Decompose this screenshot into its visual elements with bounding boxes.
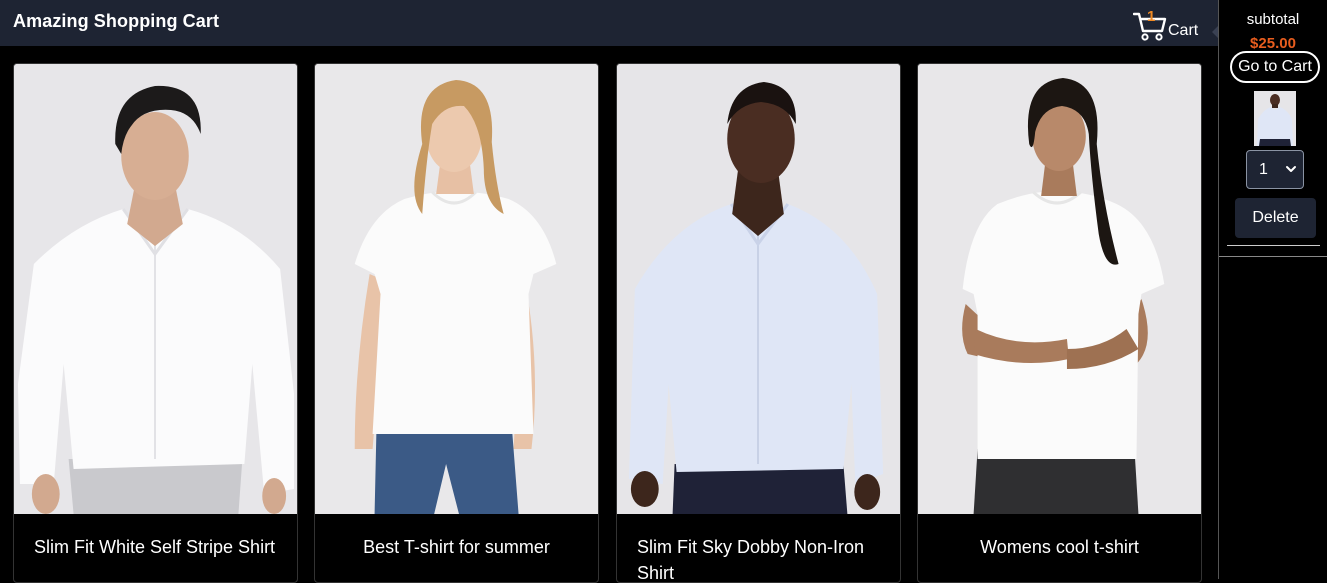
delete-button[interactable]: Delete bbox=[1235, 198, 1316, 238]
product-name[interactable]: Best T-shirt for summer bbox=[315, 534, 598, 560]
product-card[interactable]: Slim Fit Sky Dobby Non-Iron Shirt bbox=[616, 63, 901, 583]
product-card[interactable]: Womens cool t-shirt bbox=[917, 63, 1202, 583]
product-card[interactable]: Best T-shirt for summer bbox=[314, 63, 599, 583]
divider bbox=[1227, 245, 1320, 246]
collapse-arrow-icon[interactable] bbox=[1210, 26, 1218, 38]
cart-link[interactable]: 1 Cart bbox=[1132, 8, 1199, 42]
product-card[interactable]: Slim Fit White Self Stripe Shirt bbox=[13, 63, 298, 583]
product-name[interactable]: Slim Fit Sky Dobby Non-Iron Shirt bbox=[617, 534, 900, 582]
subtotal-value: $25.00 bbox=[1250, 35, 1296, 52]
product-image bbox=[14, 64, 297, 514]
go-to-cart-button[interactable]: Go to Cart bbox=[1230, 51, 1320, 83]
subtotal-label: subtotal bbox=[1246, 11, 1300, 28]
product-name[interactable]: Slim Fit White Self Stripe Shirt bbox=[14, 534, 297, 560]
cart-item-thumbnail[interactable] bbox=[1254, 91, 1296, 146]
cart-count-badge: 1 bbox=[1147, 8, 1156, 25]
app-title: Amazing Shopping Cart bbox=[13, 11, 220, 31]
product-image bbox=[617, 64, 900, 514]
app-header: Amazing Shopping Cart 1 Cart bbox=[0, 0, 1218, 46]
divider bbox=[1219, 256, 1327, 257]
product-grid: Slim Fit White Self Stripe Shirt Best T-… bbox=[0, 46, 1218, 583]
product-image bbox=[315, 64, 598, 514]
chevron-down-icon bbox=[1286, 166, 1296, 172]
cart-sidebar: subtotal $25.00 Go to Cart 1 Delete bbox=[1218, 0, 1327, 579]
cart-label: Cart bbox=[1168, 22, 1199, 39]
shopping-cart-icon: 1 bbox=[1132, 8, 1167, 42]
quantity-select[interactable]: 1 bbox=[1246, 150, 1304, 189]
quantity-value: 1 bbox=[1259, 160, 1268, 178]
product-name[interactable]: Womens cool t-shirt bbox=[918, 534, 1201, 560]
product-image bbox=[918, 64, 1201, 514]
